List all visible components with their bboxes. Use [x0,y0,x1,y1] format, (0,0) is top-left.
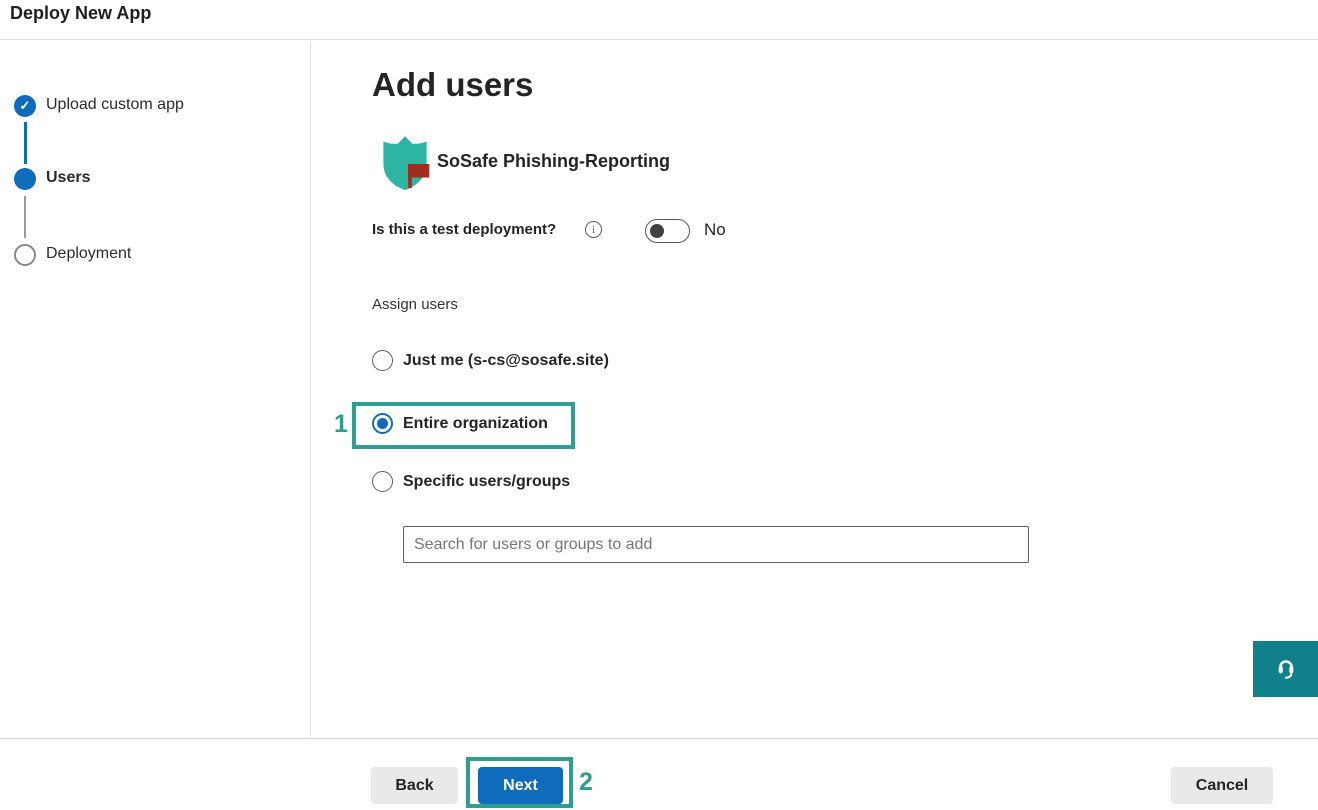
wizard-footer: Back Next Cancel [0,738,1318,810]
radio-circle-icon [372,413,393,434]
next-button[interactable]: Next [478,767,563,804]
stepper-connector [24,196,26,238]
section-title: Add users [372,66,533,104]
assign-users-label: Assign users [372,296,458,313]
page-title: Deploy New App [10,3,151,24]
radio-label: Entire organization [403,415,548,433]
radio-label: Just me (s-cs@sosafe.site) [403,352,609,370]
support-fab-button[interactable] [1253,641,1318,697]
headset-icon [1273,655,1299,684]
test-deployment-toggle[interactable] [645,219,690,243]
step-upcoming-circle-icon [14,244,36,266]
search-users-input[interactable] [403,526,1029,563]
stepper-connector [24,122,27,164]
deploy-new-app-wizard: Deploy New App ✓ Upload custom app Users… [0,0,1318,810]
app-shield-flag-icon [378,134,432,194]
radio-circle-icon [372,471,393,492]
radio-entire-organization[interactable]: Entire organization [372,413,548,434]
radio-label: Specific users/groups [403,473,570,491]
info-icon[interactable]: i [585,221,602,238]
stepper-item-users[interactable]: Users [46,169,90,187]
radio-just-me[interactable]: Just me (s-cs@sosafe.site) [372,350,609,371]
test-deployment-label: Is this a test deployment? [372,221,556,238]
stepper-item-upload-custom-app[interactable]: Upload custom app [46,96,184,114]
toggle-knob [650,224,664,238]
stepper-item-deployment[interactable]: Deployment [46,245,131,263]
app-name: SoSafe Phishing-Reporting [437,151,670,172]
radio-circle-icon [372,350,393,371]
window-header: Deploy New App [0,0,1318,40]
radio-specific-users-groups[interactable]: Specific users/groups [372,471,570,492]
cancel-button[interactable]: Cancel [1171,767,1273,804]
checkmark-glyph: ✓ [20,98,31,114]
toggle-state-label: No [704,220,726,240]
step-current-dot-icon [14,168,36,190]
wizard-main-panel: Add users SoSafe Phishing-Reporting Is t… [312,41,1318,737]
back-button[interactable]: Back [371,767,458,804]
wizard-stepper-sidebar: ✓ Upload custom app Users Deployment [0,41,311,737]
step-complete-check-icon: ✓ [14,95,36,117]
